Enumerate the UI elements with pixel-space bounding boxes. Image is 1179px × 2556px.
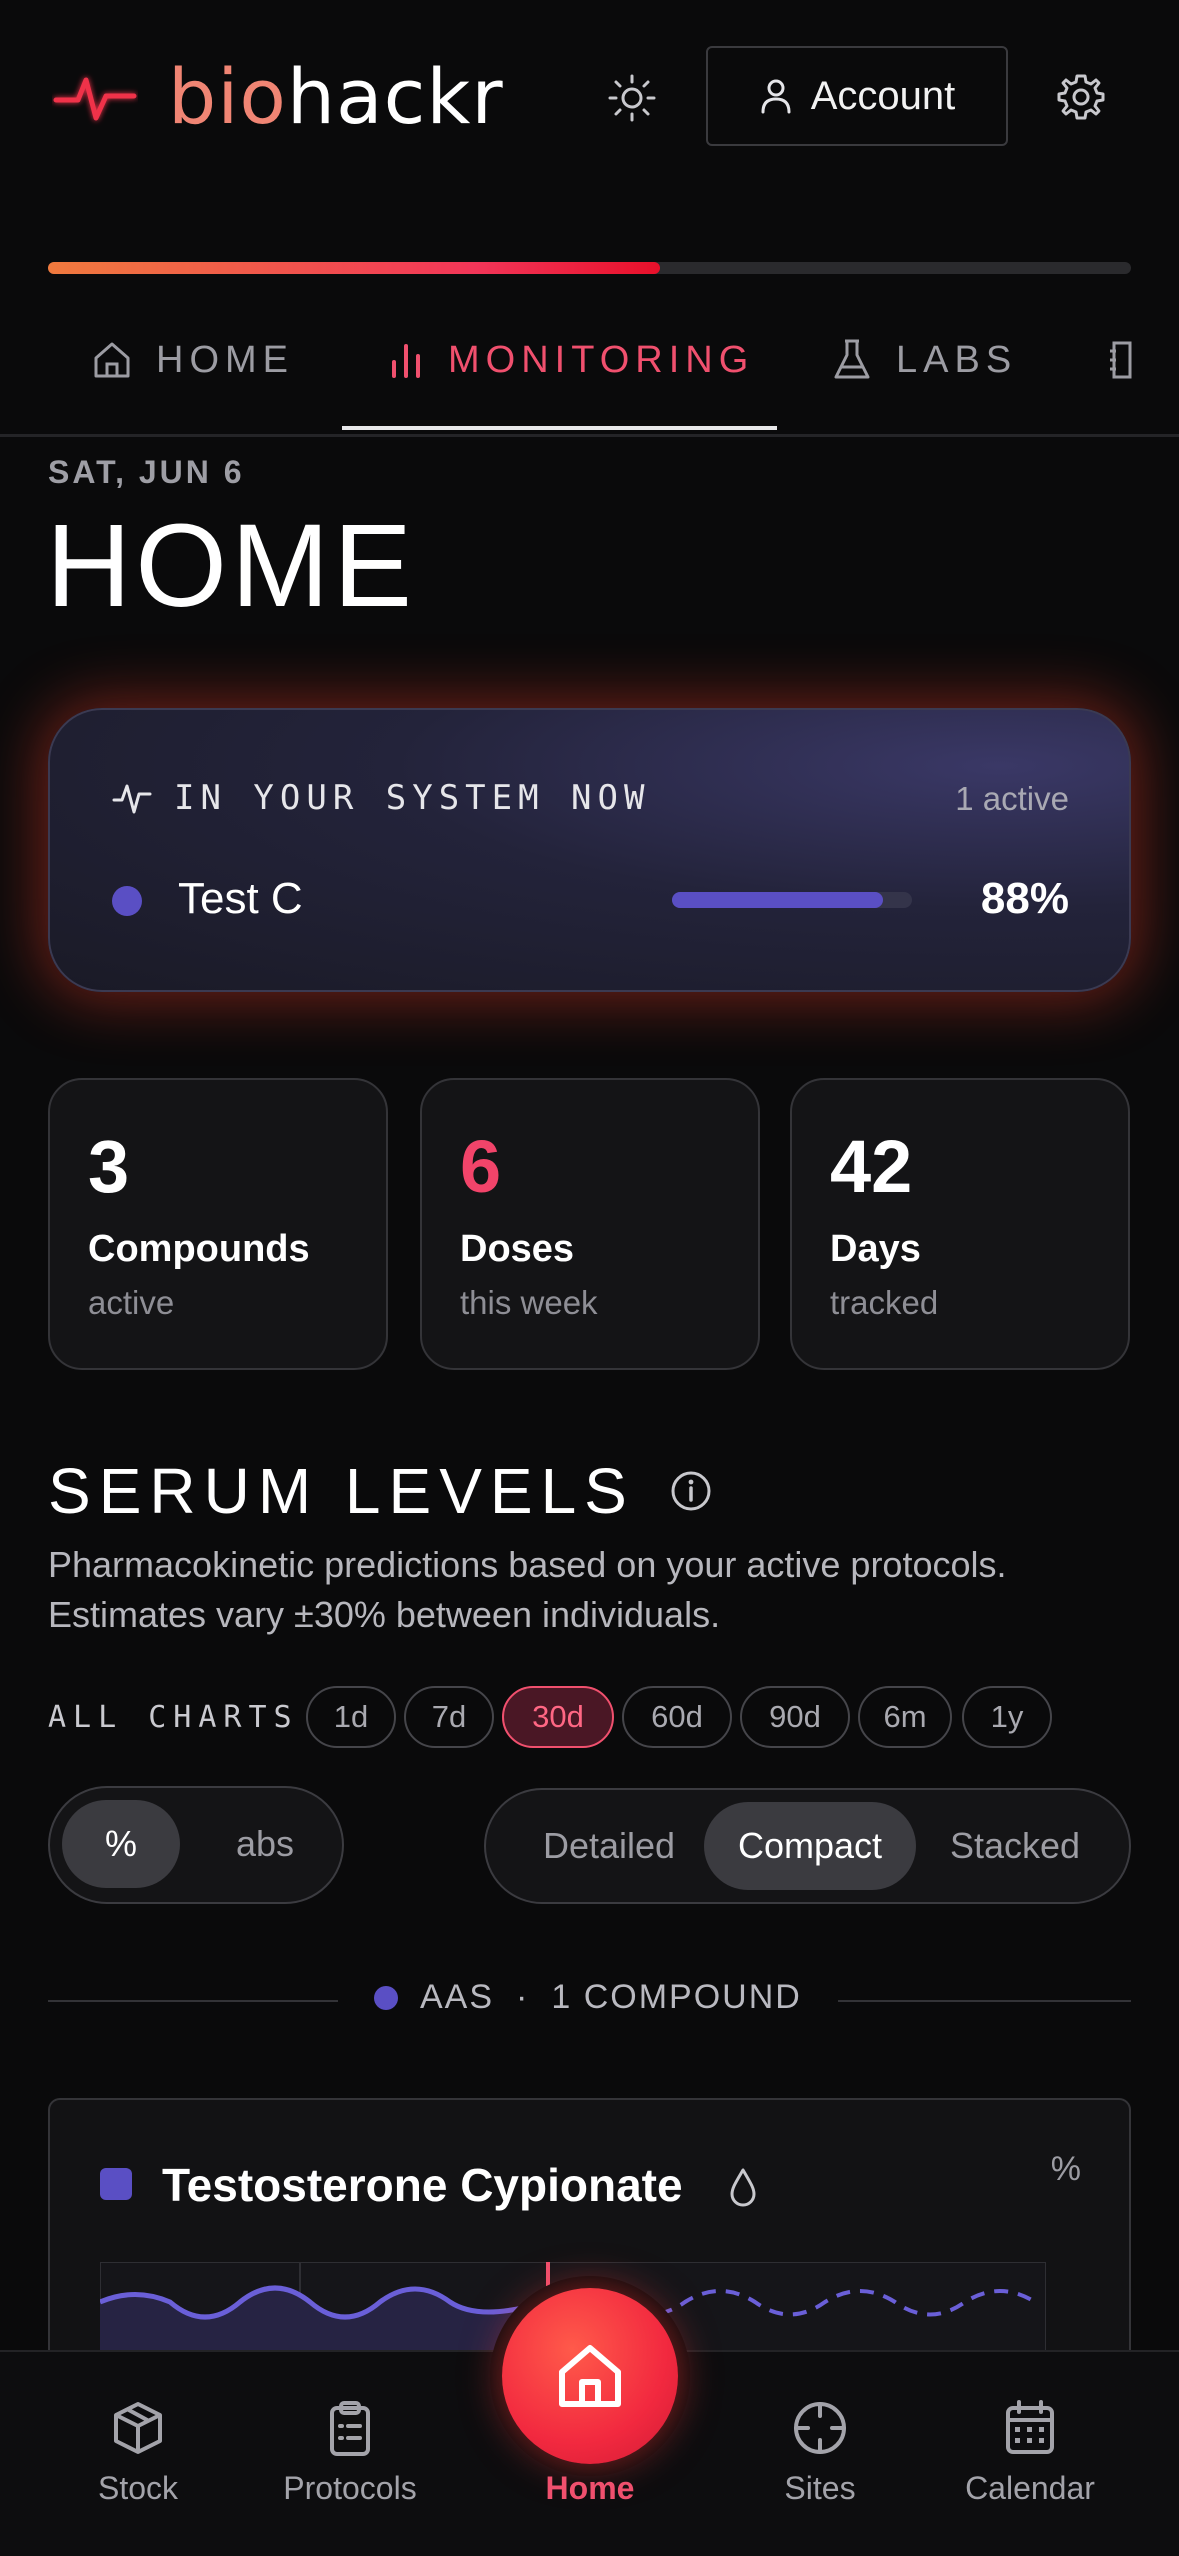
account-label: Account: [810, 73, 956, 118]
nav-sites-label: Sites: [784, 2470, 856, 2506]
page-title: HOME: [46, 500, 416, 632]
in-system-heading-text: IN YOUR SYSTEM NOW: [174, 778, 651, 818]
nav-home-button[interactable]: [502, 2288, 678, 2464]
bar-chart-icon: [392, 344, 420, 378]
nav-stock-label: Stock: [97, 2470, 179, 2506]
book-icon: [1110, 341, 1132, 379]
account-button[interactable]: Account: [706, 46, 1008, 146]
view-mode-toggle: Detailed Compact Stacked: [484, 1788, 1131, 1904]
theme-toggle-button[interactable]: [604, 70, 660, 126]
group-divider-right: [838, 2000, 1131, 2002]
home-icon: [559, 2345, 621, 2407]
group-color-dot: [374, 1985, 398, 2010]
group-count: 1 COMPOUND: [551, 1978, 802, 2016]
tab-labs-label: LABS: [896, 338, 1018, 381]
tab-home[interactable]: HOME: [90, 330, 294, 390]
view-compact-option[interactable]: Compact: [704, 1802, 916, 1890]
tabs-divider: [0, 434, 1179, 437]
stat-sublabel: tracked: [830, 1284, 939, 1321]
compound-group-header[interactable]: AAS · 1 COMPOUND: [374, 1978, 802, 2017]
serum-desc-line1: Pharmacokinetic predictions based on you…: [48, 1544, 1007, 1585]
compound-dot: [112, 886, 142, 916]
unit-percent-option[interactable]: %: [62, 1800, 180, 1888]
logo-hackr-text: hackr: [286, 52, 504, 141]
stat-label: Compounds: [88, 1228, 310, 1270]
sun-icon: [608, 74, 656, 122]
brand-logo[interactable]: biohackr: [168, 52, 504, 141]
tab-monitoring[interactable]: MONITORING: [386, 330, 754, 390]
range-60d-button[interactable]: 60d: [622, 1686, 732, 1748]
nav-home-label[interactable]: Home: [490, 2470, 690, 2507]
stat-value: 42: [830, 1125, 913, 1208]
logo-bio-text: bio: [168, 52, 287, 141]
pulse-icon: [112, 784, 152, 814]
nav-calendar-label: Calendar: [965, 2470, 1095, 2506]
stat-card-days[interactable]: 42 Days tracked: [790, 1078, 1130, 1370]
active-tab-indicator: [342, 426, 777, 430]
serum-levels-title: SERUM LEVELS: [48, 1455, 635, 1527]
home-icon: [94, 342, 130, 378]
gear-icon: [1057, 74, 1105, 120]
range-1d-button[interactable]: 1d: [306, 1686, 396, 1748]
serum-levels-heading: SERUM LEVELS: [48, 1454, 713, 1528]
serum-levels-description: Pharmacokinetic predictions based on you…: [48, 1540, 1148, 1640]
group-divider-left: [48, 2000, 338, 2002]
stat-card-doses[interactable]: 6 Doses this week: [420, 1078, 760, 1370]
tab-labs[interactable]: LABS: [830, 330, 1017, 390]
stat-value: 6: [460, 1125, 502, 1208]
range-7d-button[interactable]: 7d: [404, 1686, 494, 1748]
nav-calendar[interactable]: Calendar: [930, 2398, 1130, 2507]
stat-label: Days: [830, 1228, 921, 1270]
system-level-bar: [672, 892, 912, 908]
unit-absolute-option[interactable]: abs: [200, 1800, 330, 1888]
all-charts-label: ALL CHARTS: [48, 1700, 299, 1735]
page-date: SAT, JUN 6: [48, 454, 245, 490]
group-name: AAS: [420, 1978, 495, 2016]
range-6m-button[interactable]: 6m: [858, 1686, 952, 1748]
app-header: biohackr Account: [0, 0, 1179, 200]
compound-chart-unit: %: [1050, 2150, 1081, 2188]
pulse-logo-icon: [53, 77, 137, 121]
range-1y-button[interactable]: 1y: [962, 1686, 1052, 1748]
view-detailed-option[interactable]: Detailed: [514, 1802, 704, 1890]
group-separator: ·: [516, 1978, 530, 2016]
app-screen: biohackr Account HOME MONITORING LABS SA…: [0, 0, 1179, 2556]
unit-toggle: % abs: [48, 1786, 344, 1904]
nav-protocols[interactable]: Protocols: [250, 2398, 450, 2507]
tab-monitoring-label: MONITORING: [448, 338, 755, 381]
droplet-icon: [730, 2168, 756, 2207]
active-count: 1 active: [955, 780, 1069, 817]
system-level-percent: 88%: [980, 874, 1069, 923]
range-90d-button[interactable]: 90d: [740, 1686, 850, 1748]
clipboard-icon: [330, 2401, 370, 2456]
user-icon: [761, 79, 791, 114]
settings-button[interactable]: [1052, 68, 1110, 126]
setup-progress-fill: [48, 262, 660, 274]
calendar-icon: [1006, 2400, 1054, 2454]
nav-sites[interactable]: Sites: [720, 2398, 920, 2507]
in-system-heading: IN YOUR SYSTEM NOW: [112, 778, 650, 818]
view-stacked-option[interactable]: Stacked: [920, 1802, 1110, 1890]
nav-protocols-label: Protocols: [283, 2470, 417, 2506]
stat-sublabel: this week: [460, 1284, 598, 1321]
box-icon: [114, 2402, 162, 2454]
serum-desc-line2: Estimates vary ±30% between individuals.: [48, 1594, 721, 1635]
crosshair-icon: [794, 2402, 846, 2454]
stat-label: Doses: [460, 1228, 575, 1270]
tab-journal[interactable]: [1108, 330, 1138, 390]
system-compound-name: Test C: [178, 874, 303, 923]
setup-progress-bar: [48, 262, 1131, 274]
stat-value: 3: [88, 1125, 130, 1208]
in-system-card[interactable]: IN YOUR SYSTEM NOW 1 active Test C 88%: [48, 708, 1131, 992]
range-30d-button[interactable]: 30d: [502, 1686, 614, 1748]
compound-color-swatch: [100, 2168, 132, 2200]
nav-stock[interactable]: Stock: [38, 2398, 238, 2507]
stat-card-compounds[interactable]: 3 Compounds active: [48, 1078, 388, 1370]
info-icon[interactable]: [669, 1469, 713, 1513]
system-level-fill: [672, 892, 884, 908]
flask-icon: [834, 339, 870, 379]
stat-sublabel: active: [88, 1284, 175, 1321]
tab-home-label: HOME: [156, 338, 294, 381]
compound-name: Testosterone Cypionate: [162, 2159, 683, 2211]
